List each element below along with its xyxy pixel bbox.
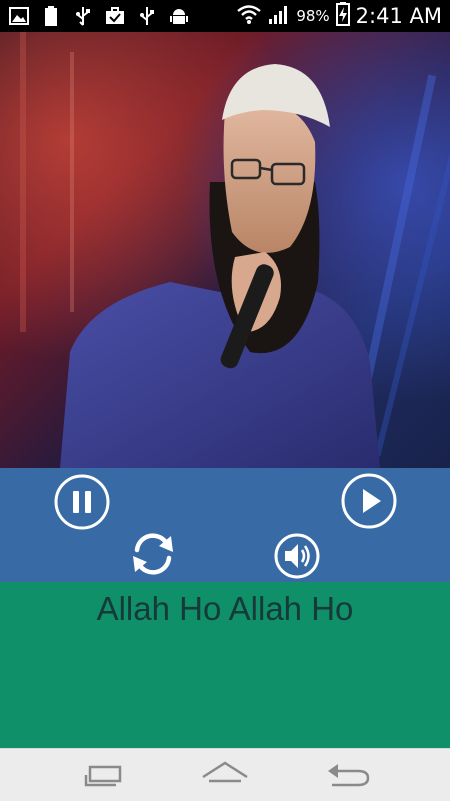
home-icon (202, 761, 248, 783)
pause-button[interactable] (54, 474, 110, 530)
usb-icon (72, 5, 94, 27)
home-button[interactable] (197, 757, 253, 793)
player-controls (0, 468, 450, 582)
battery-charging-icon (335, 1, 350, 31)
battery-percent: 98% (296, 7, 330, 25)
repeat-button[interactable] (127, 528, 179, 580)
back-icon (328, 764, 370, 787)
battery-full-icon (40, 5, 62, 27)
notification-icons (8, 5, 190, 27)
status-bar: 98% 2:41 AM (0, 0, 450, 32)
briefcase-check-icon (104, 5, 126, 27)
recent-apps-button[interactable] (76, 757, 132, 793)
clock: 2:41 AM (355, 4, 442, 28)
play-icon (341, 473, 397, 529)
singer-performance-photo (0, 32, 450, 468)
back-button[interactable] (320, 757, 376, 793)
play-button[interactable] (341, 473, 397, 529)
recent-apps-icon (84, 765, 122, 787)
android-icon (168, 5, 190, 27)
wifi-icon (236, 3, 262, 30)
track-title: Allah Ho Allah Ho (96, 590, 354, 627)
signal-icon (268, 3, 290, 30)
volume-button[interactable] (274, 533, 320, 579)
system-status: 98% 2:41 AM (236, 1, 442, 31)
pause-icon (54, 474, 110, 530)
navigation-bar (0, 748, 450, 801)
image-icon (8, 5, 30, 27)
volume-icon (274, 533, 320, 579)
album-art (0, 32, 450, 468)
repeat-icon (133, 533, 173, 575)
usb-icon (136, 5, 158, 27)
track-info-area: Allah Ho Allah Ho (0, 582, 450, 748)
